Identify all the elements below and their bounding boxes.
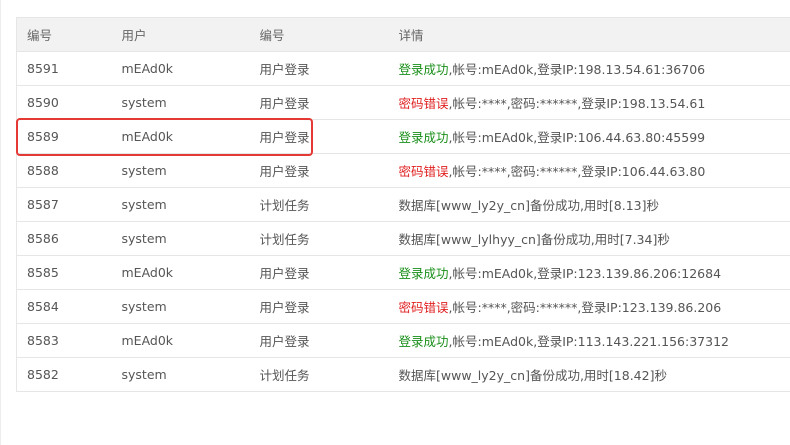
cell-user: system — [111, 221, 250, 256]
cell-detail: 数据库[www_ly2y_cn]备份成功,用时[18.42]秒 — [388, 357, 790, 392]
cell-detail: 数据库[www_lylhyy_cn]备份成功,用时[7.34]秒 — [388, 221, 790, 256]
cell-type: 计划任务 — [249, 357, 389, 392]
cell-type: 用户登录 — [249, 85, 389, 120]
detail-text: ,帐号:****,密码:******,登录IP:198.13.54.61 — [448, 96, 706, 111]
status-success-label: 登录成功 — [398, 62, 449, 77]
column-header-id: 编号 — [16, 17, 112, 52]
cell-user: mEAd0k — [111, 51, 250, 86]
cell-detail: 登录成功,帐号:mEAd0k,登录IP:198.13.54.61:36706 — [388, 51, 790, 86]
column-header-detail: 详情 — [388, 17, 790, 52]
status-error-label: 密码错误 — [398, 96, 449, 111]
detail-text: 数据库[www_lylhyy_cn]备份成功,用时[7.34]秒 — [398, 232, 670, 247]
detail-text: ,帐号:mEAd0k,登录IP:123.139.86.206:12684 — [448, 266, 722, 281]
cell-type: 用户登录 — [249, 51, 389, 86]
column-header-type: 编号 — [249, 17, 389, 52]
cell-detail: 登录成功,帐号:mEAd0k,登录IP:123.139.86.206:12684 — [388, 255, 790, 290]
cell-id: 8584 — [16, 289, 112, 324]
status-error-label: 密码错误 — [398, 164, 449, 179]
panel-border — [0, 0, 1, 445]
cell-detail: 密码错误,帐号:****,密码:******,登录IP:123.139.86.2… — [388, 289, 790, 324]
table-row[interactable]: 8590 system 用户登录 密码错误,帐号:****,密码:******,登录I… — [16, 85, 790, 120]
cell-detail: 登录成功,帐号:mEAd0k,登录IP:113.143.221.156:3731… — [388, 323, 790, 358]
cell-id: 8587 — [16, 187, 112, 222]
cell-type: 计划任务 — [249, 221, 389, 256]
detail-text: ,帐号:mEAd0k,登录IP:113.143.221.156:37312 — [448, 334, 729, 349]
detail-text: ,帐号:****,密码:******,登录IP:106.44.63.80 — [448, 164, 706, 179]
cell-id: 8588 — [16, 153, 112, 188]
cell-type: 用户登录 — [249, 153, 389, 188]
status-success-label: 登录成功 — [398, 266, 449, 281]
table-row[interactable]: 8583 mEAd0k 用户登录 登录成功,帐号:mEAd0k,登录IP:113.14… — [16, 323, 790, 358]
table-row[interactable]: 8589 mEAd0k 用户登录 登录成功,帐号:mEAd0k,登录IP:106.44… — [16, 119, 790, 154]
cell-id: 8590 — [16, 85, 112, 120]
cell-detail: 密码错误,帐号:****,密码:******,登录IP:198.13.54.61 — [388, 85, 790, 120]
table-header-row: 编号 用户 编号 详情 — [16, 17, 790, 52]
table-row[interactable]: 8591 mEAd0k 用户登录 登录成功,帐号:mEAd0k,登录IP:198.13… — [16, 51, 790, 86]
cell-id: 8582 — [16, 357, 112, 392]
cell-user: mEAd0k — [111, 119, 250, 154]
log-panel: 编号 用户 编号 详情 8591 mEAd0k 用户登录 登录成功,帐号:mEAd0k… — [0, 0, 790, 445]
column-header-user: 用户 — [111, 17, 250, 52]
detail-text: ,帐号:mEAd0k,登录IP:198.13.54.61:36706 — [448, 62, 706, 77]
cell-id: 8589 — [16, 119, 112, 154]
cell-id: 8591 — [16, 51, 112, 86]
table-row[interactable]: 8582 system 计划任务 数据库[www_ly2y_cn]备份成功,用时[18… — [16, 357, 790, 392]
cell-type: 用户登录 — [249, 323, 389, 358]
cell-type: 计划任务 — [249, 187, 389, 222]
cell-user: system — [111, 187, 250, 222]
table-row[interactable]: 8586 system 计划任务 数据库[www_lylhyy_cn]备份成功,用时[… — [16, 221, 790, 256]
operation-log-table: 编号 用户 编号 详情 8591 mEAd0k 用户登录 登录成功,帐号:mEAd0k… — [16, 17, 790, 392]
cell-user: system — [111, 289, 250, 324]
cell-user: system — [111, 357, 250, 392]
status-error-label: 密码错误 — [398, 300, 449, 315]
cell-detail: 密码错误,帐号:****,密码:******,登录IP:106.44.63.80 — [388, 153, 790, 188]
table-row[interactable]: 8585 mEAd0k 用户登录 登录成功,帐号:mEAd0k,登录IP:123.13… — [16, 255, 790, 290]
status-success-label: 登录成功 — [398, 334, 449, 349]
cell-user: mEAd0k — [111, 255, 250, 290]
table-row[interactable]: 8584 system 用户登录 密码错误,帐号:****,密码:******,登录I… — [16, 289, 790, 324]
cell-user: system — [111, 153, 250, 188]
cell-type: 用户登录 — [249, 119, 389, 154]
cell-id: 8583 — [16, 323, 112, 358]
detail-text: 数据库[www_ly2y_cn]备份成功,用时[18.42]秒 — [398, 368, 667, 383]
detail-text: ,帐号:****,密码:******,登录IP:123.139.86.206 — [448, 300, 722, 315]
detail-text: ,帐号:mEAd0k,登录IP:106.44.63.80:45599 — [448, 130, 706, 145]
cell-id: 8586 — [16, 221, 112, 256]
table-row[interactable]: 8587 system 计划任务 数据库[www_ly2y_cn]备份成功,用时[8.… — [16, 187, 790, 222]
status-success-label: 登录成功 — [398, 130, 449, 145]
cell-id: 8585 — [16, 255, 112, 290]
table-row[interactable]: 8588 system 用户登录 密码错误,帐号:****,密码:******,登录I… — [16, 153, 790, 188]
table-body: 8591 mEAd0k 用户登录 登录成功,帐号:mEAd0k,登录IP:198.13… — [16, 51, 790, 392]
cell-detail: 登录成功,帐号:mEAd0k,登录IP:106.44.63.80:45599 — [388, 119, 790, 154]
cell-user: system — [111, 85, 250, 120]
cell-detail: 数据库[www_ly2y_cn]备份成功,用时[8.13]秒 — [388, 187, 790, 222]
cell-type: 用户登录 — [249, 255, 389, 290]
cell-user: mEAd0k — [111, 323, 250, 358]
detail-text: 数据库[www_ly2y_cn]备份成功,用时[8.13]秒 — [398, 198, 660, 213]
cell-type: 用户登录 — [249, 289, 389, 324]
